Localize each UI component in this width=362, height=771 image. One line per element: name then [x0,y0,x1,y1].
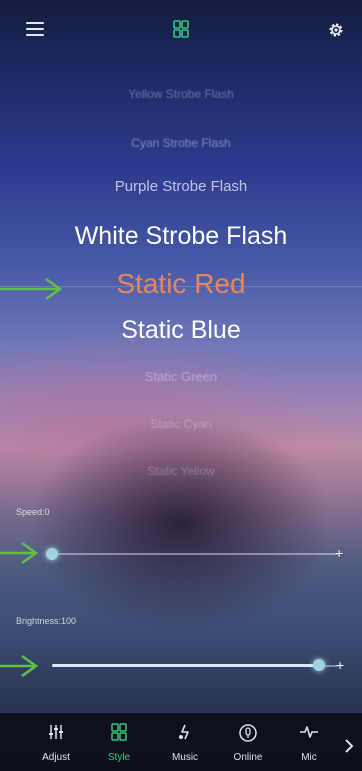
brightness-fill [52,664,318,667]
speed-thumb[interactable] [46,548,58,560]
tab-mic[interactable]: Mic [279,713,339,771]
speed-label: Speed:0 [16,507,50,517]
annotation-arrow-icon [0,541,39,565]
mode-item[interactable]: Static Cyan [0,417,362,431]
speed-track[interactable] [52,553,338,555]
online-icon [239,724,257,742]
tab-label: Adjust [42,752,70,763]
tab-music[interactable]: Music [155,713,215,771]
adjust-icon [49,725,63,739]
tab-label: Music [171,752,199,763]
mode-item[interactable]: Cyan Strobe Flash [0,136,362,150]
mode-item[interactable]: Yellow Strobe Flash [0,87,362,101]
mode-item[interactable]: Static Yellow [0,464,362,478]
tab-style[interactable]: Style [89,713,149,771]
annotation-arrow-icon [0,654,39,678]
brightness-label: Brightness:100 [16,616,77,626]
annotation-arrow-icon [0,277,63,301]
tab-online[interactable]: Online [218,713,278,771]
app-logo-icon [173,20,189,38]
background-image [0,0,362,771]
mode-item[interactable]: Purple Strobe Flash [0,178,362,195]
chevron-right-icon[interactable] [344,739,354,753]
gear-icon[interactable] [328,22,344,38]
style-icon [111,723,127,741]
tab-label: Mic [301,752,317,763]
plus-icon[interactable]: + [336,657,344,673]
plus-icon[interactable]: + [335,545,343,561]
mode-item[interactable]: Static Green [0,369,362,384]
mode-item[interactable]: Static Blue [0,316,362,345]
brightness-thumb[interactable] [313,659,325,671]
mode-item[interactable]: White Strobe Flash [0,222,362,251]
music-icon [179,724,189,740]
tab-label: Online [233,752,263,763]
tab-adjust[interactable]: Adjust [26,713,86,771]
tab-label: Style [107,752,131,763]
menu-icon[interactable] [26,22,44,36]
bottom-tab-bar: Adjust Style Music Online Mic [0,713,362,771]
mic-icon [300,726,318,738]
top-bar [0,0,362,50]
